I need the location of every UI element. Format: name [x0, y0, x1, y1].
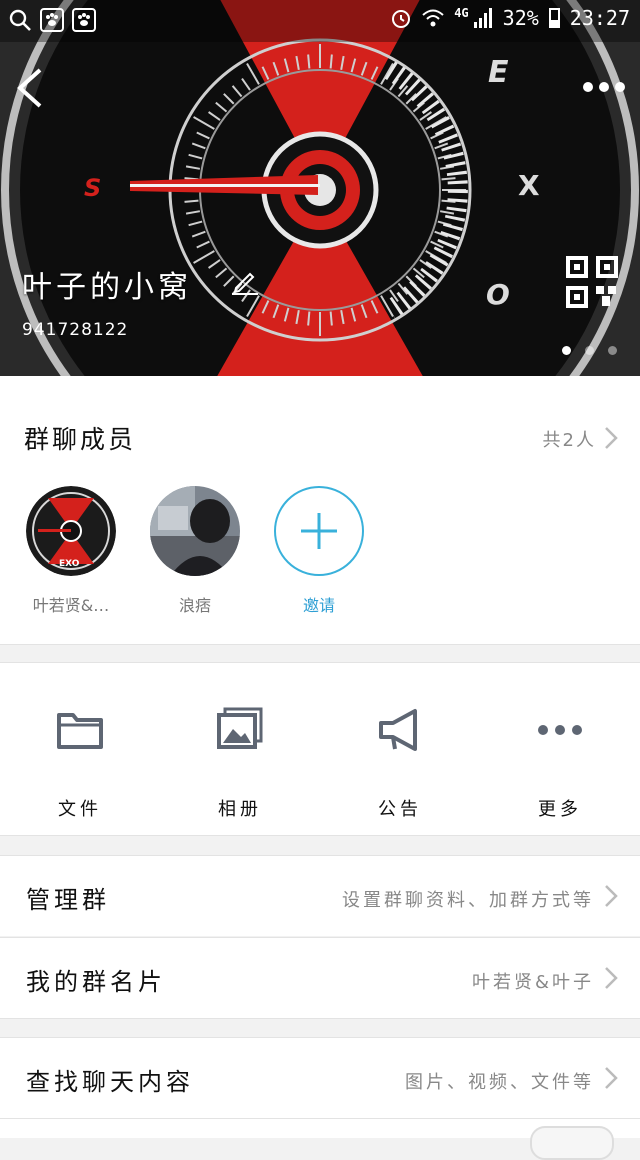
network-type: 4G [454, 6, 469, 20]
dial-letter-s: S [84, 174, 101, 202]
signal-icon [473, 8, 492, 28]
avatar[interactable] [150, 486, 240, 576]
more-label: 更多 [538, 799, 582, 820]
files-label: 文件 [58, 799, 102, 820]
invite-member-button[interactable]: 邀请 [264, 486, 374, 616]
folder-icon [57, 713, 103, 749]
battery-icon [548, 8, 560, 28]
dial-letter-o: O [486, 278, 510, 311]
invite-circle[interactable] [274, 486, 364, 576]
status-bar: 4G 32% 23:27 [0, 0, 640, 42]
chevron-right-icon [605, 967, 618, 989]
row-value: 图片、视频、文件等 [405, 1072, 594, 1093]
row-title: 管理群 [26, 886, 110, 914]
group-name: 叶子的小窝 [22, 270, 192, 305]
dial-tick [307, 311, 311, 326]
members-title: 群聊成员 [24, 425, 137, 454]
plus-icon [301, 513, 337, 549]
page-dot [562, 346, 571, 355]
banner-page-indicator [562, 346, 617, 355]
album-button[interactable]: 相册 [180, 705, 300, 821]
baidu-paw-icon [72, 8, 96, 32]
member-name: 叶若贤&… [32, 596, 110, 615]
dial-letter-e: E [488, 55, 509, 90]
divider [0, 1018, 640, 1019]
clock: 23:27 [569, 6, 630, 30]
announcement-label: 公告 [378, 799, 422, 820]
chevron-right-icon [605, 1067, 618, 1089]
group-actions-bar: 文件 相册 公告 更多 [0, 662, 640, 836]
megaphone-icon [379, 709, 417, 751]
group-header-banner: E X O S 4G 32% 23:27 叶子的小窝 941728122 [0, 0, 640, 376]
row-value: 设置群聊资料、加群方式等 [342, 890, 594, 911]
row-title: 我的群名片 [26, 968, 166, 996]
page-dot [585, 346, 594, 355]
dial-tick [441, 177, 456, 181]
dial-tick [329, 54, 333, 69]
battery-percent: 32% [502, 6, 539, 30]
alarm-icon [392, 10, 411, 28]
search-chat-history-row[interactable]: 查找聊天内容 图片、视频、文件等 [0, 1038, 640, 1118]
more-dots-icon [538, 725, 582, 735]
members-count[interactable]: 共2人 [543, 426, 596, 452]
my-group-card-row[interactable]: 我的群名片 叶若贤&叶子 [0, 938, 640, 1018]
dial-tick [184, 199, 199, 203]
page-dot [608, 346, 617, 355]
group-members-section: 群聊成员 共2人 EXO 叶若贤&… 浪痞 邀请 [0, 376, 640, 645]
invite-label: 邀请 [302, 596, 335, 615]
more-options-icon[interactable] [582, 74, 626, 100]
search-icon [9, 9, 31, 31]
edit-pencil-icon[interactable] [230, 266, 260, 296]
files-button[interactable]: 文件 [20, 705, 140, 821]
chevron-right-icon [605, 885, 618, 907]
member-item[interactable]: EXO 叶若贤&… [16, 486, 126, 616]
svg-text:EXO: EXO [59, 559, 80, 569]
manage-group-row[interactable]: 管理群 设置群聊资料、加群方式等 [0, 856, 640, 936]
group-id: 941728122 [22, 320, 129, 340]
qr-code-icon[interactable] [566, 256, 618, 308]
member-name: 浪痞 [178, 596, 211, 615]
baidu-paw-icon [40, 8, 64, 32]
dial-tick [307, 54, 311, 69]
avatar[interactable]: EXO [26, 486, 116, 576]
row-value: 叶若贤&叶子 [471, 972, 594, 993]
toggle-switch[interactable] [530, 1126, 614, 1160]
wifi-icon [422, 9, 444, 27]
row-title: 查找聊天内容 [26, 1068, 194, 1096]
dial-letter-x: X [518, 169, 540, 202]
more-button[interactable]: 更多 [500, 705, 620, 821]
dial-tick [329, 311, 333, 326]
back-arrow-icon[interactable] [14, 66, 46, 110]
album-icon [217, 707, 263, 749]
member-item[interactable]: 浪痞 [140, 486, 250, 616]
chevron-right-icon[interactable] [604, 426, 618, 450]
announcement-button[interactable]: 公告 [340, 705, 460, 821]
album-label: 相册 [218, 799, 262, 820]
